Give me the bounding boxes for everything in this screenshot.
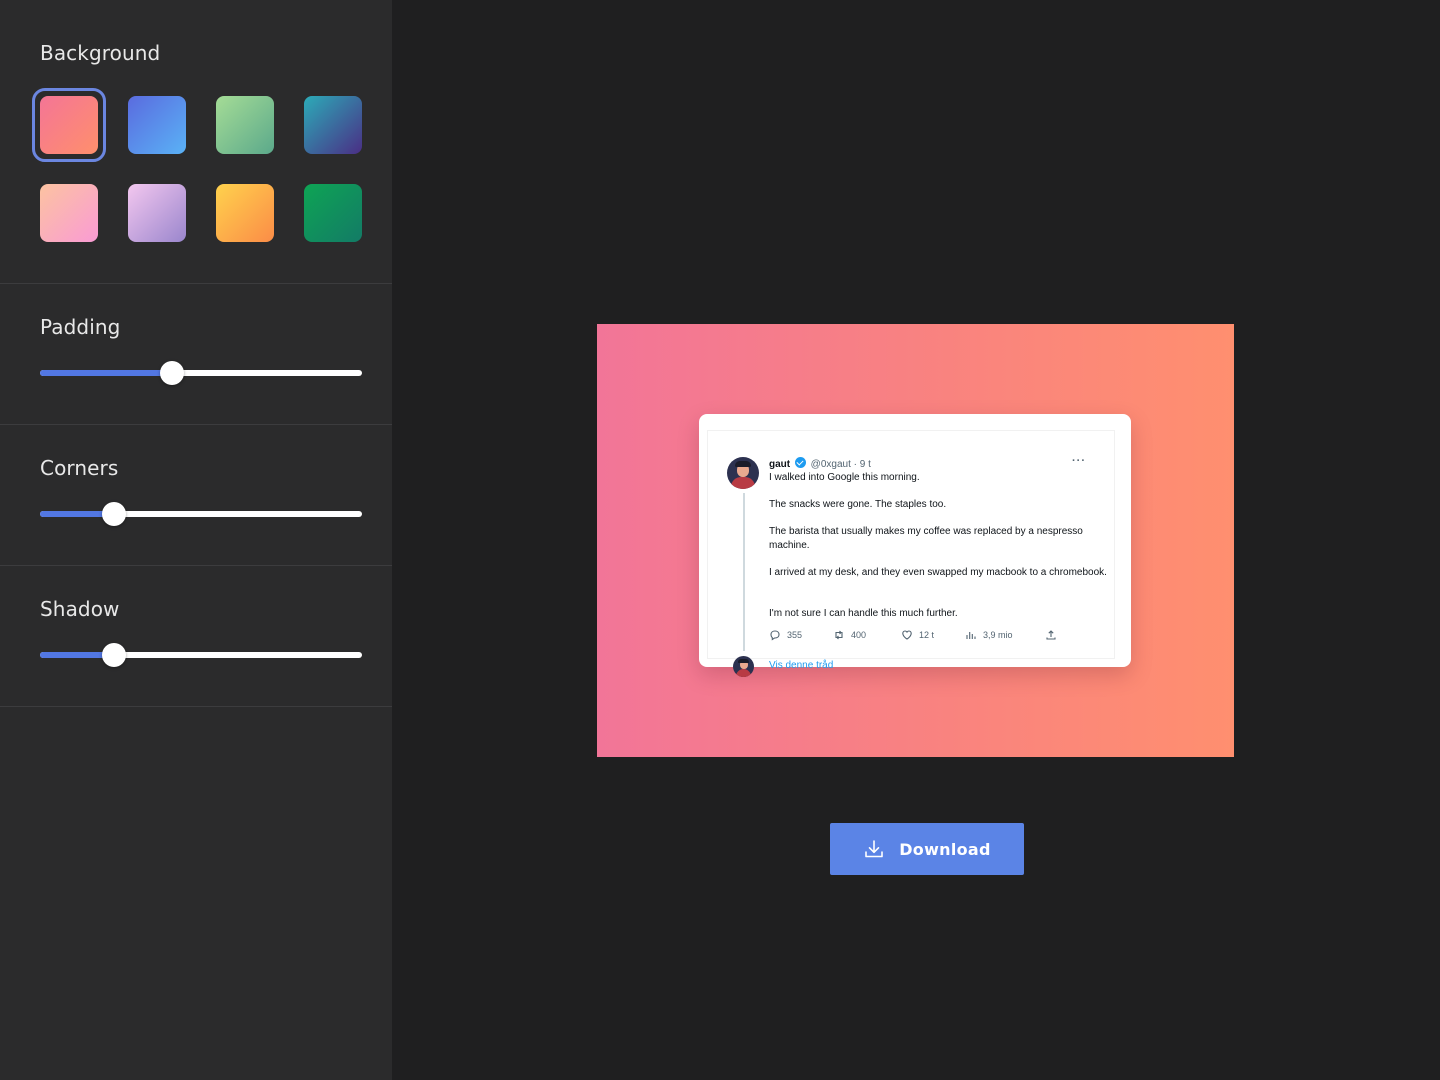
like-action: 12 t: [901, 629, 934, 641]
background-section: Background: [0, 0, 392, 284]
heart-icon: [902, 630, 912, 640]
avatar-cap: [738, 659, 749, 663]
retweet-count: 400: [851, 630, 867, 640]
padding-title: Padding: [40, 315, 121, 339]
reply-action: 355: [769, 629, 802, 641]
slider-thumb[interactable]: [102, 643, 127, 667]
retweet-action: 400: [833, 629, 866, 641]
show-thread-link: Vis denne tråd: [769, 660, 834, 671]
tweet-text-line: The snacks were gone. The staples too.: [769, 499, 947, 510]
share-action: [1045, 629, 1057, 641]
corners-section: Corners: [0, 425, 392, 566]
background-swatch[interactable]: [40, 184, 98, 242]
background-title: Background: [40, 41, 161, 65]
analytics-icon: [966, 632, 976, 639]
avatar-body: [736, 669, 751, 677]
download-icon: [865, 840, 884, 858]
padding-slider[interactable]: [40, 361, 362, 385]
corners-slider[interactable]: [40, 502, 362, 526]
tweet-header: gaut @0xgaut · 9 t: [769, 457, 871, 471]
background-swatches: [32, 88, 362, 242]
background-swatch[interactable]: [304, 184, 362, 242]
retweet-icon: [835, 630, 843, 640]
tweet-handle-time: @0xgaut · 9 t: [810, 459, 871, 470]
avatar: [733, 656, 754, 677]
settings-sidebar: Background Padding Corners Shadow: [0, 0, 392, 1080]
tweet-text-line: The barista that usually makes my coffee…: [769, 526, 1083, 551]
view-count: 3,9 mio: [983, 630, 1013, 640]
slider-thumb[interactable]: [102, 502, 127, 526]
background-swatch[interactable]: [128, 184, 186, 242]
reply-count: 355: [787, 630, 803, 640]
background-swatch-selected[interactable]: [32, 88, 106, 162]
reply-icon: [770, 630, 780, 641]
avatar-body: [731, 477, 755, 489]
shadow-section: Shadow: [0, 566, 392, 707]
tweet-embed-frame: gaut @0xgaut · 9 t ··· I walked into Goo…: [707, 430, 1115, 677]
thread-line: [743, 493, 745, 651]
background-swatch[interactable]: [128, 96, 186, 154]
verified-badge-icon: [794, 457, 806, 468]
shadow-title: Shadow: [40, 597, 120, 621]
background-swatch[interactable]: [304, 96, 362, 154]
views-action: 3,9 mio: [965, 629, 1013, 641]
corners-title: Corners: [40, 456, 119, 480]
tweet-text-line: I arrived at my desk, and they even swap…: [769, 567, 1107, 578]
tweet-actions: 355 400 12 t 3,9 mio: [769, 629, 1069, 643]
screenshot-preview: gaut @0xgaut · 9 t ··· I walked into Goo…: [597, 324, 1234, 757]
like-count: 12 t: [919, 630, 935, 640]
download-label: Download: [899, 839, 991, 859]
padding-section: Padding: [0, 284, 392, 425]
avatar-cap: [735, 461, 751, 467]
tweet-text-line: I walked into Google this morning.: [769, 472, 920, 483]
tweet-card: gaut @0xgaut · 9 t ··· I walked into Goo…: [699, 414, 1131, 677]
background-swatch[interactable]: [216, 184, 274, 242]
slider-fill: [40, 370, 173, 376]
background-swatch[interactable]: [216, 96, 274, 154]
tweet-text-line: I'm not sure I can handle this much furt…: [769, 608, 958, 619]
more-options-icon: ···: [1072, 455, 1086, 467]
share-icon: [1046, 630, 1056, 640]
download-button[interactable]: Download: [830, 823, 1024, 875]
avatar: [727, 457, 759, 489]
shadow-slider[interactable]: [40, 643, 362, 667]
slider-thumb[interactable]: [160, 361, 185, 385]
tweet-author-name: gaut: [769, 459, 791, 470]
